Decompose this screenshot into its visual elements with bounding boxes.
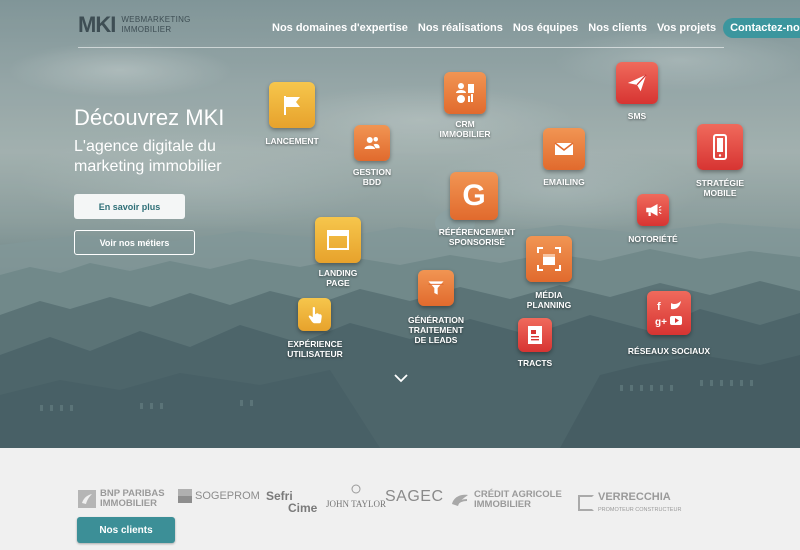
label-emailing: EMAILING [543, 177, 585, 187]
funnel-icon [428, 281, 444, 295]
label-referencement-line1: RÉFÉRENCEMENT [438, 227, 516, 237]
label-landing-line1: LANDING [318, 268, 358, 278]
logo-text-line2: IMMOBILIER [121, 25, 172, 34]
client-sefri-line2: Cime [288, 501, 318, 515]
label-media-planning: MÉDIA PLANNING [489, 290, 609, 310]
header-divider [78, 47, 724, 48]
client-sefri-cime: Sefri Cime [266, 490, 317, 514]
client-ca-line2: IMMOBILIER [474, 499, 531, 510]
label-reseaux-sociaux: RÉSEAUX SOCIAUX [627, 346, 711, 356]
tile-lancement[interactable] [269, 82, 315, 128]
label-sms: SMS [627, 111, 647, 121]
tile-tracts[interactable] [518, 318, 552, 352]
svg-text:g+: g+ [655, 317, 667, 328]
client-john-taylor-label: JOHN TAYLOR [326, 499, 387, 509]
hero-title: Découvrez MKI [74, 105, 225, 130]
contacts-icon [364, 137, 380, 149]
label-media-line1: MÉDIA [535, 290, 563, 300]
social-icons: f g+ [655, 301, 682, 328]
client-bnp-line2: IMMOBILIER [100, 498, 157, 509]
tile-sms[interactable] [616, 62, 658, 104]
label-generation-line1: GÉNÉRATION [407, 315, 465, 325]
label-strategie-mobile: STRATÉGIE MOBILE [660, 178, 780, 198]
tile-generation-leads[interactable] [418, 270, 454, 306]
chevron-down-icon[interactable] [394, 374, 408, 384]
label-generation-leads: GÉNÉRATION TRAITEMENT DE LEADS [376, 315, 496, 345]
label-crm: CRM IMMOBILIER [405, 119, 525, 139]
svg-text:f: f [657, 301, 661, 313]
label-notoriete: NOTORIÉTÉ [628, 234, 678, 244]
label-referencement: RÉFÉRENCEMENT SPONSORISÉ [417, 227, 537, 247]
logo-mark: MKI [78, 12, 116, 37]
label-media-line2: PLANNING [526, 300, 572, 310]
tile-crm[interactable] [444, 72, 486, 114]
client-bnp-paribas: BNP PARIBAS IMMOBILIER [78, 489, 165, 509]
label-generation-line3: DE LEADS [414, 335, 458, 345]
client-verrecchia-line2: PROMOTEUR CONSTRUCTEUR [598, 507, 682, 513]
crm-icon [456, 83, 474, 103]
document-icon [528, 326, 542, 344]
tile-landing-page[interactable] [315, 217, 361, 263]
browser-window-icon [327, 230, 349, 250]
label-gestion-bdd-line1: GESTION [352, 167, 392, 177]
john-taylor-crest-icon [351, 484, 361, 494]
client-verrecchia: VERRECCHIA PROMOTEUR CONSTRUCTEUR [578, 491, 681, 515]
logo-text-line1: WEBMARKETING [121, 15, 191, 24]
tile-emailing[interactable] [543, 128, 585, 170]
label-experience-line1: EXPÉRIENCE [287, 339, 343, 349]
tile-media-planning[interactable] [526, 236, 572, 282]
client-sagec-label: SAGEC [385, 488, 444, 505]
client-sogeprom: SOGEPROM [178, 489, 260, 503]
tile-experience-utilisateur[interactable] [298, 298, 331, 331]
label-experience-utilisateur: EXPÉRIENCE UTILISATEUR [255, 339, 375, 359]
label-tracts: TRACTS [517, 358, 553, 368]
client-sogeprom-label: SOGEPROM [195, 490, 260, 502]
nav-clients[interactable]: Nos clients [588, 22, 647, 34]
label-landing-line2: PAGE [326, 278, 350, 288]
flag-icon [284, 96, 300, 115]
label-landing-page: LANDING PAGE [278, 268, 398, 288]
learn-more-button[interactable]: En savoir plus [74, 194, 185, 219]
tile-referencement[interactable]: G [450, 172, 498, 220]
contact-button[interactable]: Contactez-nous [723, 18, 800, 38]
our-clients-button[interactable]: Nos clients [77, 517, 175, 543]
tile-notoriete[interactable] [637, 194, 669, 226]
bnp-logo-icon [78, 490, 96, 508]
nav-domaines[interactable]: Nos domaines d'expertise [272, 22, 408, 34]
nav-realisations[interactable]: Nos réalisations [418, 22, 503, 34]
label-generation-line2: TRAITEMENT [408, 325, 464, 335]
nav-projets[interactable]: Vos projets [657, 22, 716, 34]
brand-logo[interactable]: MKI WEBMARKETING IMMOBILIER [78, 14, 191, 36]
client-credit-agricole: CRÉDIT AGRICOLE IMMOBILIER [450, 490, 562, 510]
tile-reseaux-sociaux[interactable]: f g+ [647, 291, 691, 335]
label-experience-line2: UTILISATEUR [287, 349, 343, 359]
calendar-target-icon [537, 247, 561, 271]
label-lancement: LANCEMENT [265, 136, 319, 146]
hero-subtitle: L'agence digitale du marketing immobilie… [74, 138, 222, 175]
pointer-hand-icon [308, 306, 322, 323]
client-verrecchia-line1: VERRECCHIA [598, 491, 671, 503]
logo-text: WEBMARKETING IMMOBILIER [121, 15, 190, 35]
client-sagec: SAGEC [385, 488, 444, 506]
google-g-icon: G [462, 179, 486, 212]
main-nav: Nos domaines d'expertise Nos réalisation… [272, 18, 800, 38]
tile-strategie-mobile[interactable] [697, 124, 743, 170]
credit-agricole-logo-icon [452, 494, 468, 506]
nav-equipes[interactable]: Nos équipes [513, 22, 578, 34]
megaphone-icon [646, 204, 662, 216]
see-jobs-button[interactable]: Voir nos métiers [74, 230, 195, 255]
label-gestion-bdd: GESTION BDD [312, 167, 432, 187]
client-john-taylor: JOHN TAYLOR [326, 484, 386, 512]
tile-gestion-bdd[interactable] [354, 125, 390, 161]
paper-plane-icon [627, 74, 647, 92]
envelope-icon [554, 142, 574, 155]
label-referencement-line2: SPONSORISÉ [448, 237, 506, 247]
label-gestion-bdd-line2: BDD [362, 177, 382, 187]
smartphone-icon [713, 134, 727, 160]
label-strategie-line1: STRATÉGIE [695, 178, 744, 188]
label-strategie-line2: MOBILE [703, 188, 737, 198]
label-crm-line2: IMMOBILIER [439, 129, 491, 139]
label-crm-line1: CRM [455, 119, 475, 129]
